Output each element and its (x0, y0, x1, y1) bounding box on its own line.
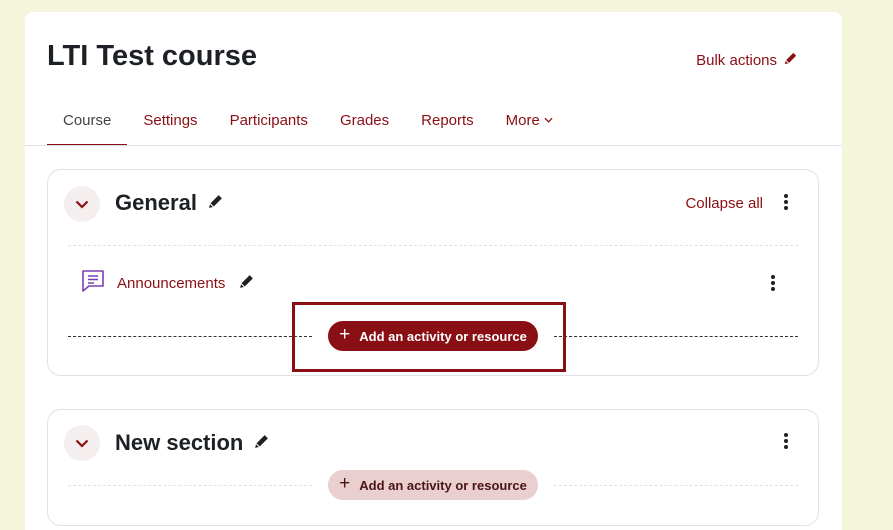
activity-menu-kebab-icon[interactable] (765, 274, 781, 292)
dashed-divider-right (554, 485, 798, 486)
course-page-card: LTI Test course Bulk actions Course Sett… (25, 12, 842, 530)
edit-section-name-icon[interactable] (253, 430, 270, 456)
tab-course[interactable]: Course (47, 94, 128, 146)
pencil-icon (783, 51, 798, 70)
section-title: New section (115, 430, 270, 456)
add-activity-label: Add an activity or resource (359, 328, 527, 344)
add-activity-row: + Add an activity or resource (68, 321, 798, 351)
forum-icon (80, 268, 106, 299)
section-menu-kebab-icon[interactable] (778, 193, 794, 211)
page-title: LTI Test course (47, 40, 258, 72)
section-header-divider (68, 245, 798, 246)
course-navigation-tabs: Course Settings Participants Grades Repo… (47, 94, 842, 146)
collapse-all-link[interactable]: Collapse all (685, 195, 763, 212)
bulk-actions-label: Bulk actions (696, 52, 777, 69)
tabs-divider (25, 145, 842, 146)
section-general: General Collapse all Announcements + Add… (47, 169, 819, 376)
tab-reports-label: Reports (421, 111, 474, 129)
section-collapse-button[interactable] (64, 425, 100, 461)
tab-settings[interactable]: Settings (127, 94, 213, 146)
chevron-down-icon (544, 115, 553, 126)
chevron-down-icon (75, 200, 89, 209)
tab-grades-label: Grades (339, 111, 390, 129)
tab-course-label: Course (63, 111, 112, 129)
tab-reports[interactable]: Reports (405, 94, 490, 146)
dashed-divider-left (68, 485, 312, 486)
dashed-divider-left (68, 336, 312, 337)
section-title-text: New section (115, 430, 244, 455)
plus-icon: + (339, 473, 351, 494)
chevron-down-icon (75, 439, 89, 448)
tab-participants[interactable]: Participants (214, 94, 324, 146)
edit-section-name-icon[interactable] (207, 190, 224, 216)
plus-icon: + (339, 324, 351, 345)
section-title: General (115, 190, 224, 216)
tab-more-label: More (505, 111, 540, 129)
dashed-divider-right (554, 336, 798, 337)
add-activity-button[interactable]: + Add an activity or resource (328, 470, 538, 500)
section-new-section: New section + Add an activity or resourc… (47, 409, 819, 526)
section-title-text: General (115, 190, 197, 215)
bulk-actions-button[interactable]: Bulk actions (696, 51, 798, 70)
tab-settings-label: Settings (143, 111, 198, 129)
edit-activity-name-icon[interactable] (238, 273, 255, 295)
add-activity-label: Add an activity or resource (359, 477, 527, 493)
section-menu-kebab-icon[interactable] (778, 432, 794, 450)
add-activity-row: + Add an activity or resource (68, 470, 798, 500)
add-activity-button[interactable]: + Add an activity or resource (328, 321, 538, 351)
tab-grades[interactable]: Grades (324, 94, 405, 146)
tab-participants-label: Participants (229, 111, 308, 129)
tab-more[interactable]: More (490, 94, 569, 146)
activity-name-link[interactable]: Announcements (117, 275, 225, 292)
activity-item: Announcements (80, 268, 255, 299)
section-collapse-button[interactable] (64, 186, 100, 222)
